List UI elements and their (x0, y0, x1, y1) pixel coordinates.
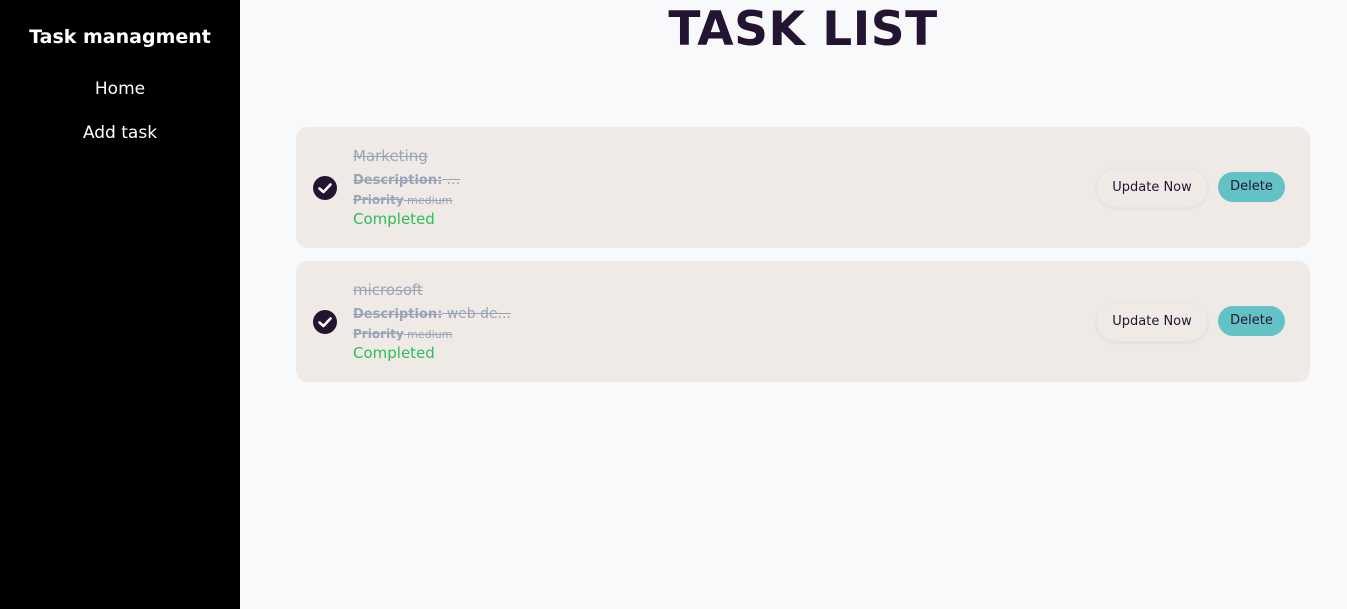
task-title: Marketing (353, 147, 428, 165)
sidebar-item-add-task[interactable]: Add task (0, 123, 240, 143)
check-circle-icon[interactable] (313, 310, 337, 334)
delete-button[interactable]: Delete (1218, 306, 1285, 336)
task-description-label: Description: (353, 173, 443, 188)
update-now-button[interactable]: Update Now (1096, 302, 1208, 342)
task-priority: Priority medium (353, 193, 452, 207)
task-description: Description: web de... (353, 306, 511, 322)
check-circle-icon[interactable] (313, 176, 337, 200)
delete-button[interactable]: Delete (1218, 172, 1285, 202)
task-title: microsoft (353, 281, 423, 299)
task-status: Completed (353, 210, 435, 228)
task-card: microsoft Description: web de... Priorit… (296, 261, 1310, 382)
task-status: Completed (353, 344, 435, 362)
task-priority-value: medium (407, 194, 453, 207)
task-description-label: Description: (353, 307, 443, 322)
page-title: TASK LIST (668, 2, 938, 57)
task-priority-label: Priority (353, 193, 404, 207)
task-description-text: web de... (446, 306, 511, 322)
app-brand: Task managment (29, 26, 211, 48)
task-priority-value: medium (407, 328, 453, 341)
update-now-button[interactable]: Update Now (1096, 168, 1208, 208)
main-content: TASK LIST Marketing Description: ... Pri… (240, 0, 1347, 609)
task-priority: Priority medium (353, 327, 452, 341)
task-priority-label: Priority (353, 327, 404, 341)
task-card: Marketing Description: ... Priority medi… (296, 127, 1310, 248)
task-description: Description: ... (353, 172, 460, 188)
sidebar-item-home[interactable]: Home (0, 79, 240, 99)
sidebar: Task managment Home Add task (0, 0, 240, 609)
task-description-text: ... (446, 172, 461, 188)
